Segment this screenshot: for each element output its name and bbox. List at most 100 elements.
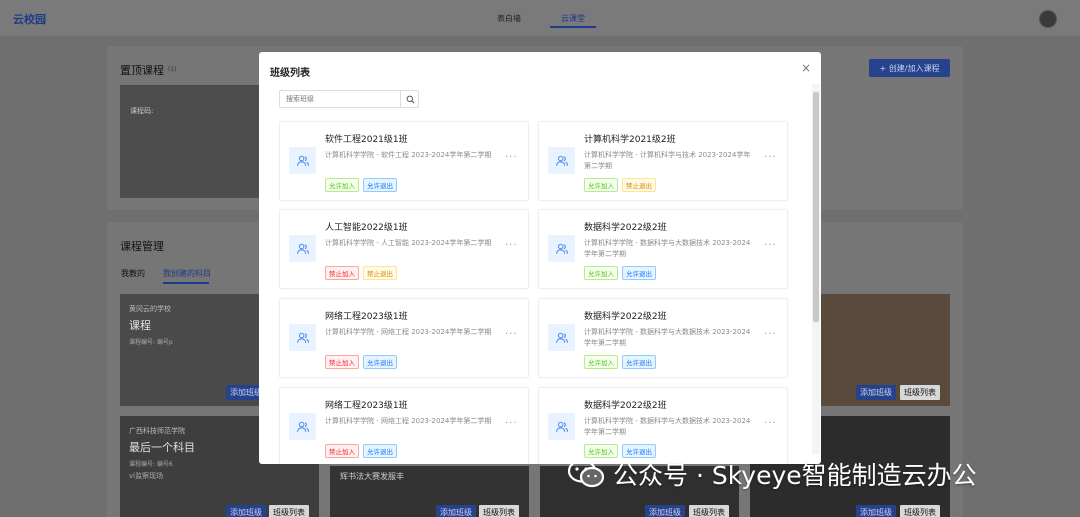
permission-tag: 允许加入 xyxy=(325,178,359,192)
course-management-title: 课程管理 xyxy=(120,240,164,253)
class-card[interactable]: 网络工程2023级1班 计算机科学学院 - 网络工程 2023-2024学年第二学… xyxy=(279,298,529,378)
course-name: 辉书法大赛发服丰 xyxy=(340,472,404,481)
permission-tag: 允许退出 xyxy=(363,444,397,458)
permission-tag: 允许加入 xyxy=(584,355,618,369)
class-card[interactable]: 数据科学2022级2班 计算机科学学院 - 数据科学与大数据技术 2023-202… xyxy=(538,209,788,289)
class-card[interactable]: 数据科学2022级2班计算机科学学院 - 数据科学与大数据技术 2023-202… xyxy=(538,298,788,378)
course-number: 课程编号: 编号p xyxy=(129,339,173,346)
class-list-button[interactable]: 班级列表 xyxy=(900,505,940,517)
add-class-button[interactable]: 添加班级 xyxy=(856,385,896,400)
permission-tag: 禁止加入 xyxy=(325,444,359,458)
course-school: 广西科技师范学院 xyxy=(129,427,185,435)
class-list-modal: 班级列表 × 软件工程2021级1班计算机科学学院 - 软件工程 2023-20… xyxy=(259,52,821,464)
course-extra: vi监察现场 xyxy=(129,472,164,480)
class-name: 计算机科学2021级2班 xyxy=(584,135,676,145)
class-description: 计算机科学学院 - 网络工程 2023-2024学年第二学期 xyxy=(325,328,492,336)
more-options-icon[interactable]: ··· xyxy=(764,329,777,340)
permission-tag: 禁止退出 xyxy=(363,266,397,280)
class-tags: 禁止加入 允许退出 xyxy=(325,355,397,369)
permission-tag: 允许退出 xyxy=(363,178,397,192)
class-tags: 允许加入 允许退出 xyxy=(584,355,656,369)
wechat-icon xyxy=(567,459,605,488)
pinned-course-card[interactable] xyxy=(120,85,270,198)
more-options-icon[interactable]: ··· xyxy=(764,418,777,429)
search-button[interactable] xyxy=(400,91,419,107)
class-card[interactable]: 数据科学2022级2班计算机科学学院 - 数据科学与大数据技术 2023-202… xyxy=(538,387,788,464)
class-group-icon xyxy=(289,413,316,440)
top-bar xyxy=(0,0,1080,36)
class-group-icon xyxy=(289,235,316,262)
class-card[interactable]: 计算机科学2021级2班计算机科学学院 - 计算机科学与技术 2023-2024… xyxy=(538,121,788,201)
user-avatar[interactable] xyxy=(1039,10,1057,28)
nav-active-indicator xyxy=(550,26,596,28)
tab-my-created[interactable]: 我创建的科目 xyxy=(163,268,211,279)
add-class-button[interactable]: 添加班级 xyxy=(645,505,685,517)
add-class-button[interactable]: 添加班级 xyxy=(856,505,896,517)
create-join-course-button[interactable]: + 创建/加入课程 xyxy=(869,59,950,77)
class-list-button[interactable]: 班级列表 xyxy=(689,505,729,517)
wechat-watermark: 公众号 · Skyeye智能制造云办公 xyxy=(567,454,977,494)
class-description: 计算机科学学院 - 人工智能 2023-2024学年第二学期 xyxy=(325,239,492,247)
more-options-icon[interactable]: ··· xyxy=(505,152,518,163)
class-group-icon xyxy=(548,147,575,174)
class-description: 计算机科学学院 - 数据科学与大数据技术 2023-2024学年第二学期 xyxy=(584,417,751,436)
modal-title: 班级列表 xyxy=(270,68,310,79)
permission-tag: 允许退出 xyxy=(622,355,656,369)
app-logo[interactable]: 云校园 xyxy=(13,11,46,27)
class-tags: 禁止加入 禁止退出 xyxy=(325,266,397,280)
nav-confession-wall[interactable]: 表白墙 xyxy=(497,13,521,24)
course-name: 课程 xyxy=(129,319,151,332)
search-icon xyxy=(406,95,414,103)
class-list-button[interactable]: 班级列表 xyxy=(479,505,519,517)
permission-tag: 禁止退出 xyxy=(622,178,656,192)
add-class-button[interactable]: 添加班级 xyxy=(226,505,266,517)
class-description: 计算机科学学院 - 软件工程 2023-2024学年第二学期 xyxy=(325,151,492,159)
class-group-icon xyxy=(289,324,316,351)
class-group-icon xyxy=(289,147,316,174)
class-group-icon xyxy=(548,413,575,440)
class-card[interactable]: 网络工程2023级1班计算机科学学院 - 网络工程 2023-2024学年第二学… xyxy=(279,387,529,464)
add-class-button[interactable]: 添加班级 xyxy=(436,505,476,517)
nav-cloud-classroom[interactable]: 云课堂 xyxy=(561,13,585,24)
pinned-courses-title: 置顶课程 xyxy=(120,64,164,77)
permission-tag: 禁止加入 xyxy=(325,355,359,369)
more-options-icon[interactable]: ··· xyxy=(764,240,777,251)
class-name: 数据科学2022级2班 xyxy=(584,401,667,411)
permission-tag: 允许退出 xyxy=(363,355,397,369)
permission-tag: 禁止加入 xyxy=(325,266,359,280)
class-search-input[interactable] xyxy=(280,91,400,107)
class-tags: 允许加入 禁止退出 xyxy=(584,178,656,192)
tab-i-teach[interactable]: 我教的 xyxy=(121,268,145,279)
course-name: 最后一个科目 xyxy=(129,441,195,454)
watermark-text: 公众号 · Skyeye智能制造云办公 xyxy=(613,461,977,490)
course-school: 黄冈云的学校 xyxy=(129,305,171,313)
permission-tag: 允许退出 xyxy=(622,266,656,280)
class-list-button[interactable]: 班级列表 xyxy=(269,505,309,517)
class-name: 人工智能2022级1班 xyxy=(325,223,408,233)
course-number: 课程编号: 编号6 xyxy=(129,461,173,468)
more-options-icon[interactable]: ··· xyxy=(764,152,777,163)
class-name: 网络工程2023级1班 xyxy=(325,401,408,411)
class-description: 计算机科学学院 - 网络工程 2023-2024学年第二学期 xyxy=(325,417,492,425)
class-name: 数据科学2022级2班 xyxy=(584,223,667,233)
class-card[interactable]: 人工智能2022级1班计算机科学学院 - 人工智能 2023-2024学年第二学… xyxy=(279,209,529,289)
more-options-icon[interactable]: ··· xyxy=(505,240,518,251)
permission-tag: 允许加入 xyxy=(584,178,618,192)
class-group-icon xyxy=(548,324,575,351)
close-icon[interactable]: × xyxy=(799,61,813,75)
permission-tag: 允许加入 xyxy=(584,266,618,280)
class-search-box xyxy=(279,90,419,108)
class-tags: 允许加入 允许退出 xyxy=(325,178,397,192)
class-tags: 禁止加入 允许退出 xyxy=(325,444,397,458)
class-list-button[interactable]: 班级列表 xyxy=(900,385,940,400)
class-name: 数据科学2022级2班 xyxy=(584,312,667,322)
more-options-icon[interactable]: ··· xyxy=(505,329,518,340)
more-options-icon[interactable]: ··· xyxy=(505,418,518,429)
class-group-icon xyxy=(548,235,575,262)
class-name: 软件工程2021级1班 xyxy=(325,135,408,145)
class-description: 计算机科学学院 - 计算机科学与技术 2023-2024学年第二学期 xyxy=(584,151,751,170)
modal-scrollbar-thumb[interactable] xyxy=(813,92,819,322)
class-card[interactable]: 软件工程2021级1班计算机科学学院 - 软件工程 2023-2024学年第二学… xyxy=(279,121,529,201)
subtab-active-indicator xyxy=(163,282,209,284)
class-description: 计算机科学学院 - 数据科学与大数据技术 2023-2024学年第二学期 xyxy=(584,328,751,347)
